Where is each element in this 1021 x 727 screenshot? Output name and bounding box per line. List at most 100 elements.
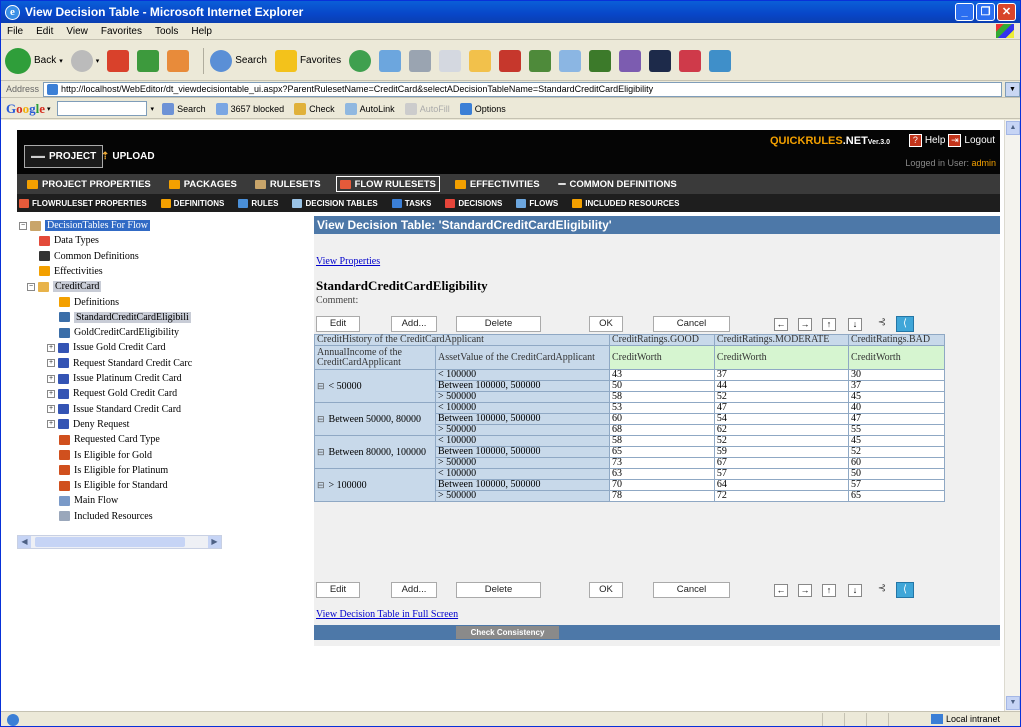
subnav-tasks[interactable]: TASKS — [391, 198, 431, 208]
credit-worth-cell[interactable]: 37 — [713, 369, 849, 381]
nav-rulesets[interactable]: RULESETS — [252, 176, 324, 192]
cancel-button[interactable]: Cancel — [653, 316, 730, 332]
help-link[interactable]: Help — [925, 135, 946, 146]
menu-item-file[interactable]: File — [7, 26, 23, 37]
subnav-flows[interactable]: FLOWS — [516, 198, 558, 208]
tool-button-6[interactable] — [649, 49, 672, 72]
expand-icon[interactable]: + — [47, 374, 55, 383]
forward-button[interactable]: ▾ — [70, 49, 99, 72]
expand-icon[interactable]: + — [47, 343, 55, 352]
view-properties-link[interactable]: View Properties — [316, 256, 380, 267]
credit-worth-cell[interactable]: 52 — [847, 446, 946, 458]
credit-worth-cell[interactable]: 40 — [847, 402, 946, 414]
scroll-down-icon[interactable]: ▼ — [1006, 696, 1020, 710]
asset-value-cell[interactable]: Between 100000, 500000 — [435, 446, 610, 458]
expand-icon[interactable]: + — [47, 359, 55, 368]
credit-worth-cell[interactable]: 72 — [713, 490, 849, 502]
tree-item[interactable]: − CreditCard — [27, 280, 102, 293]
tool-button-5[interactable] — [619, 49, 642, 72]
credit-worth-cell[interactable]: 73 — [609, 457, 715, 469]
back-button[interactable]: Back ▾ — [5, 47, 63, 74]
credit-worth-cell[interactable]: 52 — [713, 391, 849, 403]
tree-item[interactable]: Effectivities — [39, 265, 103, 278]
tree-item[interactable]: GoldCreditCardEligibility — [59, 326, 179, 339]
collapse-icon[interactable]: ⊟ — [317, 381, 325, 391]
tree-item[interactable]: + Issue Gold Credit Card — [47, 341, 166, 354]
asset-value-cell[interactable]: < 100000 — [435, 468, 610, 480]
tree-item[interactable]: + Request Gold Credit Card — [47, 387, 177, 400]
tree-item[interactable]: Included Resources — [59, 510, 153, 523]
expand-icon[interactable]: + — [47, 405, 55, 414]
credit-worth-cell[interactable]: 57 — [847, 479, 946, 491]
tree-item[interactable]: Data Types — [39, 234, 99, 247]
subnav-decisions[interactable]: DECISIONS — [445, 198, 502, 208]
edit-button[interactable]: Edit — [316, 316, 360, 332]
delete-button[interactable]: Delete — [456, 582, 541, 598]
edit-button[interactable]: Edit — [316, 582, 360, 598]
add-button[interactable]: Add... — [391, 582, 437, 598]
close-button[interactable]: ✕ — [997, 3, 1016, 21]
menu-item-help[interactable]: Help — [191, 26, 212, 37]
asset-value-cell[interactable]: < 100000 — [435, 369, 610, 381]
nav-project-properties[interactable]: PROJECT PROPERTIES — [24, 176, 154, 192]
tree-item[interactable]: + Issue Standard Credit Card — [47, 403, 181, 416]
expand-icon[interactable]: + — [47, 389, 55, 398]
check-consistency-button[interactable]: Check Consistency — [456, 626, 559, 639]
subnav-rules[interactable]: RULES — [238, 198, 278, 208]
credit-worth-cell[interactable]: 43 — [609, 369, 715, 381]
tree-item[interactable]: Is Eligible for Platinum — [59, 464, 168, 477]
credit-worth-cell[interactable]: 67 — [713, 457, 849, 469]
nav-packages[interactable]: PACKAGES — [166, 176, 240, 192]
folder-button[interactable] — [469, 49, 492, 72]
credit-worth-cell[interactable]: 54 — [713, 413, 849, 425]
expand-icon[interactable]: + — [47, 420, 55, 429]
expand-icon[interactable]: ⟨ — [896, 582, 914, 598]
tree-horizontal-scrollbar[interactable]: ◀ ▶ — [17, 535, 222, 549]
asset-value-cell[interactable]: > 500000 — [435, 424, 610, 436]
income-group-cell[interactable]: ⊟ < 50000 — [314, 369, 436, 403]
search-button[interactable]: Search — [210, 49, 267, 72]
tree-item[interactable]: Requested Card Type — [59, 433, 160, 446]
tool-button-8[interactable] — [709, 49, 732, 72]
credit-worth-cell[interactable]: 57 — [713, 468, 849, 480]
asset-value-cell[interactable]: > 500000 — [435, 490, 610, 502]
address-input[interactable]: http://localhost/WebEditor/dt_viewdecisi… — [43, 81, 1002, 97]
tree-item[interactable]: + Deny Request — [47, 418, 129, 431]
income-group-cell[interactable]: ⊟ Between 50000, 80000 — [314, 402, 436, 436]
scroll-right-icon[interactable]: ▶ — [208, 536, 221, 548]
google-logo[interactable]: Google — [6, 101, 45, 117]
collapse-icon[interactable]: ⊟ — [317, 447, 325, 457]
move-left-icon[interactable]: ← — [774, 584, 788, 597]
google-check-button[interactable]: Check — [294, 102, 335, 115]
stop-button[interactable] — [107, 49, 130, 72]
delete-button[interactable]: Delete — [456, 316, 541, 332]
expand-icon[interactable]: ⟨ — [896, 316, 914, 332]
credit-worth-cell[interactable]: 52 — [713, 435, 849, 447]
google-options-button[interactable]: Options — [459, 102, 506, 115]
tool-button-4[interactable] — [589, 49, 612, 72]
maximize-button[interactable]: ❐ — [976, 3, 995, 21]
credit-worth-cell[interactable]: 62 — [713, 424, 849, 436]
tool-button-7[interactable] — [679, 49, 702, 72]
upload-button[interactable]: ⇡ UPLOAD — [101, 151, 155, 162]
tree-item[interactable]: − DecisionTables For Flow — [19, 219, 150, 232]
google-autofill-button[interactable]: AutoFill — [404, 102, 450, 115]
asset-value-cell[interactable]: Between 100000, 500000 — [435, 380, 610, 392]
income-group-cell[interactable]: ⊟ Between 80000, 100000 — [314, 435, 436, 469]
credit-worth-cell[interactable]: 58 — [609, 435, 715, 447]
add-button[interactable]: Add... — [391, 316, 437, 332]
ok-button[interactable]: OK — [589, 582, 623, 598]
collapse-icon[interactable]: ⊟ — [317, 480, 325, 490]
collapse-icon[interactable]: − — [27, 282, 35, 291]
credit-worth-cell[interactable]: 50 — [609, 380, 715, 392]
asset-value-cell[interactable]: Between 100000, 500000 — [435, 479, 610, 491]
move-right-icon[interactable]: → — [798, 318, 812, 331]
credit-worth-cell[interactable]: 47 — [847, 413, 946, 425]
credit-worth-cell[interactable]: 30 — [847, 369, 946, 381]
ok-button[interactable]: OK — [589, 316, 623, 332]
logout-icon[interactable]: ⇥ — [948, 134, 962, 147]
credit-worth-cell[interactable]: 65 — [609, 446, 715, 458]
credit-worth-cell[interactable]: 64 — [713, 479, 849, 491]
asset-value-cell[interactable]: < 100000 — [435, 435, 610, 447]
address-dropdown-button[interactable]: ▼ — [1005, 81, 1020, 97]
